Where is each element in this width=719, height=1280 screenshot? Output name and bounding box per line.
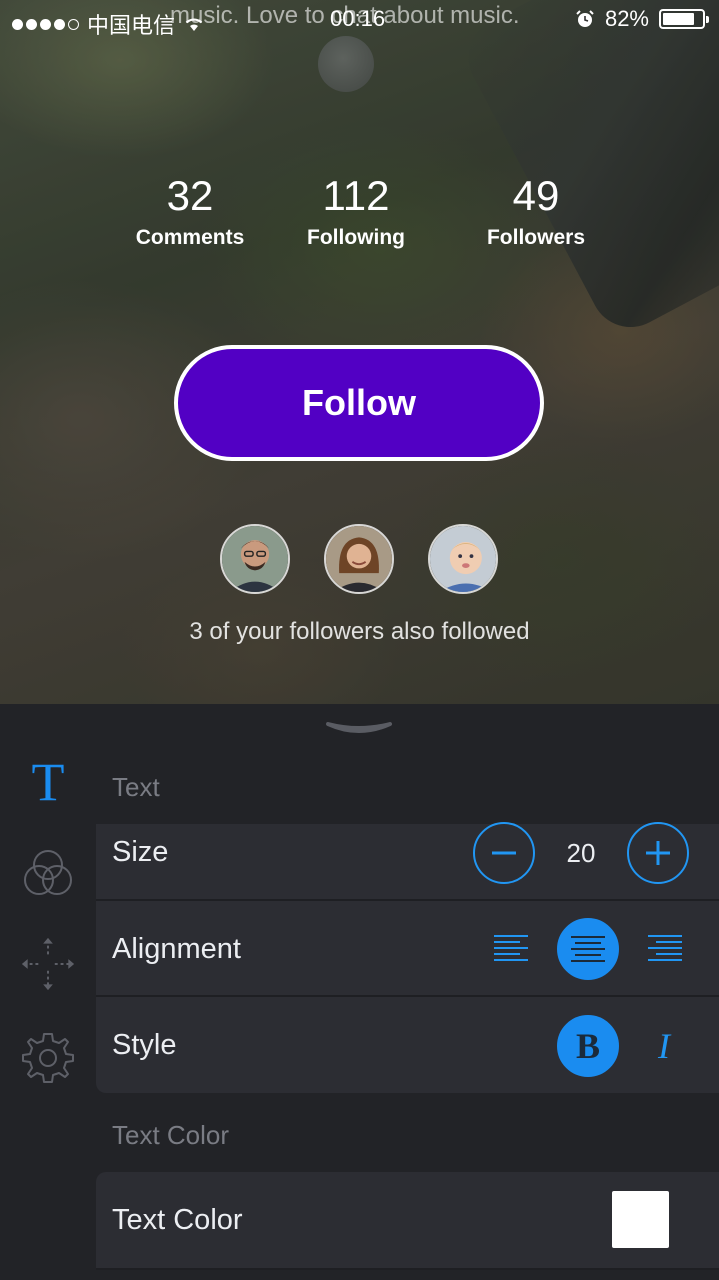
follower-avatar[interactable] [220, 524, 290, 594]
collapse-chevron-icon[interactable] [324, 718, 394, 738]
color-blend-icon[interactable] [18, 844, 78, 904]
size-label: Size [112, 836, 169, 868]
italic-icon: I [658, 1026, 670, 1066]
text-color-swatch[interactable] [612, 1191, 669, 1248]
followers-note: 3 of your followers also followed [189, 618, 530, 645]
stat-value: 49 [512, 172, 560, 219]
stat-value: 32 [166, 172, 214, 219]
stat-label: Followers [486, 226, 586, 249]
follow-button[interactable]: Follow [174, 345, 544, 461]
stat-value: 112 [322, 172, 390, 219]
section-title-text: Text [112, 772, 160, 802]
alarm-icon [576, 10, 594, 27]
move-arrows-icon[interactable] [18, 934, 78, 994]
status-right: 82% [575, 6, 709, 32]
alignment-label: Alignment [112, 933, 241, 965]
battery-percent: 82% [604, 6, 649, 31]
row-divider [96, 1268, 719, 1270]
size-increase-button[interactable] [627, 822, 689, 884]
stat-comments[interactable]: 32 Comments [110, 170, 270, 250]
style-row: Style [96, 997, 719, 1093]
section-title-text-color: Text Color [112, 1120, 230, 1150]
size-decrease-button[interactable] [473, 822, 535, 884]
stat-followers[interactable]: 49 Followers [456, 170, 616, 250]
battery-icon [659, 9, 709, 29]
clock: 00:16 [330, 6, 386, 31]
align-left-icon[interactable] [493, 934, 529, 962]
text-settings-panel: T Text Size 20 Alignment Style B I Text … [0, 704, 719, 1280]
alignment-row: Alignment [96, 901, 719, 997]
bold-button[interactable]: B [557, 1015, 619, 1077]
align-center-button[interactable] [557, 918, 619, 980]
status-bar: 中国电信 music. Love to chat about music. 00… [0, 0, 719, 40]
settings-gear-icon[interactable] [18, 1028, 78, 1088]
carrier-name: 中国电信 [87, 13, 176, 38]
follower-avatar[interactable] [324, 524, 394, 594]
bold-icon: B [575, 1026, 600, 1066]
italic-button[interactable]: I [633, 1015, 695, 1077]
size-value: 20 [566, 838, 596, 868]
signal-icon [12, 18, 79, 30]
stat-label: Comments [135, 226, 245, 249]
profile-avatar[interactable] [318, 36, 374, 92]
style-label: Style [112, 1029, 177, 1061]
stat-following[interactable]: 112 Following [276, 170, 436, 250]
text-tool-icon[interactable]: T [18, 752, 78, 812]
follower-avatar[interactable] [428, 524, 498, 594]
text-color-label: Text Color [112, 1204, 243, 1236]
text-tool-glyph: T [31, 752, 65, 812]
align-center-icon [571, 936, 605, 962]
align-right-icon[interactable] [647, 934, 683, 962]
stat-label: Following [307, 226, 405, 249]
